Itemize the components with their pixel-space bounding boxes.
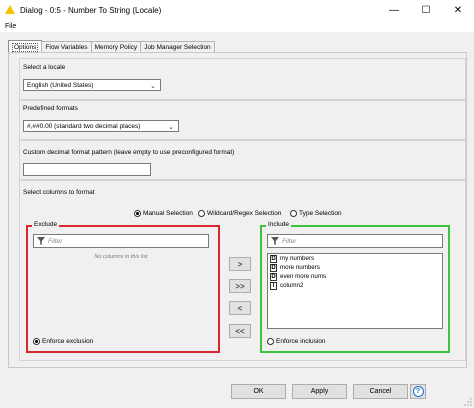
- formats-label: Predefined formats: [23, 105, 78, 112]
- column-type-icon: D: [270, 272, 277, 281]
- exclude-empty-message: No columns in this list: [94, 254, 148, 260]
- custom-pattern-label: Custom decimal format pattern (leave emp…: [23, 149, 235, 156]
- formats-section: Predefined formats #,##0.00 (standard tw…: [19, 100, 466, 140]
- move-left-button[interactable]: <: [229, 301, 251, 315]
- move-all-right-button[interactable]: >>: [229, 279, 251, 293]
- radio-manual[interactable]: [134, 210, 141, 217]
- column-name: even more nums: [280, 273, 327, 280]
- column-name: my numbers: [280, 255, 315, 262]
- radio-enforce-exclusion[interactable]: [33, 338, 40, 345]
- options-panel: Select a locale English (United States) …: [8, 52, 467, 368]
- help-icon: ?: [412, 386, 424, 397]
- chevron-down-icon: ⌄: [150, 83, 156, 90]
- include-filter-input[interactable]: Filter: [267, 234, 443, 248]
- column-type-icon: I: [270, 281, 277, 290]
- column-selection-label: Select columns to format: [23, 189, 95, 196]
- mode-type[interactable]: Type Selection: [290, 210, 342, 217]
- ok-button[interactable]: OK: [231, 384, 286, 399]
- filter-icon: [271, 237, 279, 245]
- radio-enforce-inclusion[interactable]: [267, 338, 274, 345]
- close-button[interactable]: ✕: [442, 0, 474, 20]
- exclude-list[interactable]: No columns in this list: [33, 250, 209, 326]
- move-all-left-button[interactable]: <<: [229, 324, 251, 338]
- radio-wildcard[interactable]: [198, 210, 205, 217]
- include-list[interactable]: Dmy numbers Dmore numbers Deven more nums I…: [267, 253, 443, 329]
- enforce-inclusion[interactable]: Enforce inclusion: [267, 338, 326, 345]
- mode-manual[interactable]: Manual Selection: [134, 210, 193, 217]
- mode-wildcard-label: Wildcard/Regex Selection: [207, 210, 282, 217]
- exclude-filter-placeholder: Filter: [48, 237, 63, 245]
- locale-dropdown[interactable]: English (United States) ⌄: [23, 79, 161, 91]
- help-button[interactable]: ?: [410, 384, 426, 399]
- locale-value: English (United States): [27, 81, 94, 89]
- tab-flow-variables-label: Flow Variables: [45, 44, 88, 51]
- locale-label: Select a locale: [23, 64, 66, 71]
- menu-file[interactable]: File: [5, 23, 16, 30]
- mode-wildcard[interactable]: Wildcard/Regex Selection: [198, 210, 281, 217]
- include-filter-placeholder: Filter: [282, 237, 297, 245]
- enforce-exclusion[interactable]: Enforce exclusion: [33, 338, 93, 345]
- move-right-button[interactable]: >: [229, 257, 251, 271]
- cancel-button[interactable]: Cancel: [353, 384, 408, 399]
- chevron-down-icon: ⌄: [168, 124, 174, 131]
- menu-bar: File: [0, 20, 474, 32]
- mode-type-label: Type Selection: [299, 210, 342, 217]
- tab-memory-policy-label: Memory Policy: [94, 44, 138, 51]
- title-bar[interactable]: Dialog - 0:5 - Number To String (Locale)…: [0, 0, 474, 20]
- exclude-title: Exclude: [32, 221, 60, 228]
- include-rows: Dmy numbers Dmore numbers Deven more nums I…: [268, 254, 442, 290]
- list-item[interactable]: Icolumn2: [268, 281, 442, 290]
- exclude-filter-input[interactable]: Filter: [33, 234, 209, 248]
- enforce-inclusion-label: Enforce inclusion: [276, 338, 326, 345]
- mode-manual-label: Manual Selection: [143, 210, 193, 217]
- custom-pattern-input[interactable]: [23, 163, 151, 176]
- custom-pattern-section: Custom decimal format pattern (leave emp…: [19, 140, 466, 180]
- column-selection-section: Select columns to format Manual Selectio…: [19, 180, 466, 361]
- include-title: Include: [266, 221, 291, 228]
- tab-options-label: Options: [12, 42, 39, 52]
- column-type-icon: D: [270, 254, 277, 263]
- warning-triangle-icon: [5, 5, 15, 15]
- exclude-group: Exclude Filter No columns in this list E…: [26, 221, 220, 353]
- formats-value: #,##0.00 (standard two decimal places): [27, 122, 141, 130]
- include-group: Include Filter Dmy numbers Dmore numbers D…: [260, 221, 450, 353]
- formats-dropdown[interactable]: #,##0.00 (standard two decimal places) ⌄: [23, 120, 179, 132]
- resize-grip-icon[interactable]: [464, 398, 472, 406]
- minimize-button[interactable]: —: [378, 0, 410, 20]
- radio-type[interactable]: [290, 210, 297, 217]
- tab-job-manager-selection-label: Job Manager Selection: [144, 44, 211, 51]
- filter-icon: [37, 237, 45, 245]
- column-type-icon: D: [270, 263, 277, 272]
- list-item[interactable]: Dmy numbers: [268, 254, 442, 263]
- apply-button[interactable]: Apply: [292, 384, 347, 399]
- window-title: Dialog - 0:5 - Number To String (Locale): [20, 5, 162, 15]
- enforce-exclusion-label: Enforce exclusion: [42, 338, 94, 345]
- maximize-button[interactable]: ☐: [410, 0, 442, 20]
- list-item[interactable]: Deven more nums: [268, 272, 442, 281]
- list-item[interactable]: Dmore numbers: [268, 263, 442, 272]
- locale-section: Select a locale English (United States) …: [19, 58, 466, 100]
- column-name: more numbers: [280, 264, 320, 271]
- column-name: column2: [280, 282, 304, 289]
